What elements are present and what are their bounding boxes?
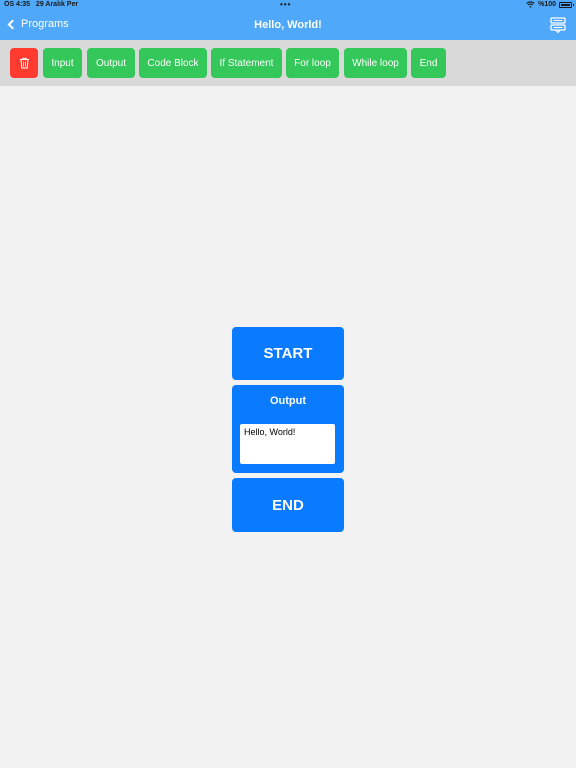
status-date: 29 Aralık Per <box>35 1 79 8</box>
block-toolbar: Input Output Code Block If Statement For… <box>0 40 576 86</box>
multitasking-dots[interactable]: ••• <box>280 0 291 9</box>
status-bar: ÖS 4:35 29 Aralık Per ••• %100 <box>0 0 576 12</box>
add-while-loop-button[interactable]: While loop <box>344 48 407 78</box>
start-block[interactable]: START <box>232 327 344 380</box>
add-input-button[interactable]: Input <box>43 48 82 78</box>
output-block-title: Output <box>269 395 307 407</box>
delete-button[interactable] <box>10 48 38 78</box>
trash-icon <box>19 57 29 69</box>
add-for-loop-button[interactable]: For loop <box>286 48 339 78</box>
status-time-date: ÖS 4:35 29 Aralık Per <box>4 1 78 8</box>
navigation-bar: Programs Hello, World! <box>0 12 576 40</box>
add-code-block-button[interactable]: Code Block <box>139 48 207 78</box>
add-if-statement-button[interactable]: If Statement <box>211 48 282 78</box>
output-text-field[interactable]: Hello, World! <box>240 424 335 464</box>
start-label: START <box>263 345 313 362</box>
status-time: ÖS 4:35 <box>4 1 31 8</box>
add-output-button[interactable]: Output <box>87 48 135 78</box>
page-title: Hello, World! <box>254 19 322 31</box>
end-label: END <box>272 496 304 514</box>
add-end-button[interactable]: End <box>411 48 446 78</box>
status-indicators: %100 <box>526 1 574 8</box>
flowchart-icon[interactable] <box>550 17 566 33</box>
battery-percent: %100 <box>538 1 556 8</box>
wifi-icon <box>526 1 535 8</box>
battery-icon <box>559 1 574 8</box>
end-block[interactable]: END <box>232 478 344 532</box>
output-block[interactable]: Output Hello, World! <box>232 385 344 473</box>
